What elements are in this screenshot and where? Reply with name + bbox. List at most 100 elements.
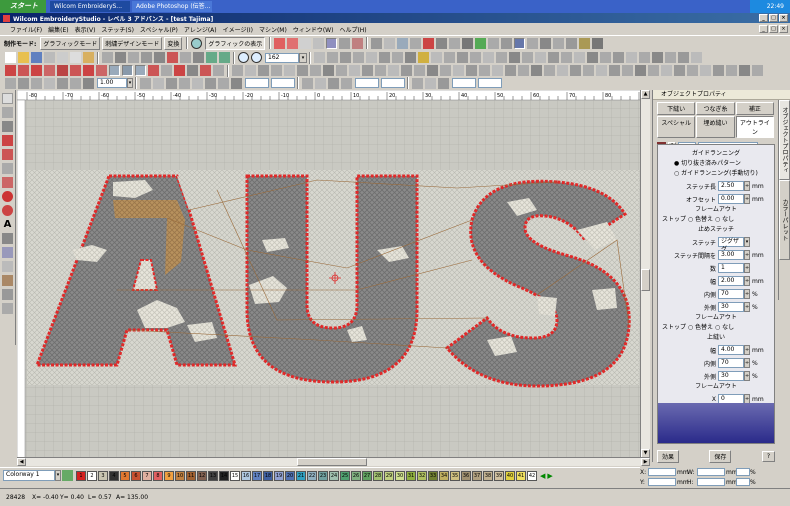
pen-tool-icon[interactable] xyxy=(2,121,13,132)
color-swatch-10[interactable]: 10 xyxy=(175,470,185,481)
swatch-left-arrow[interactable]: ◀ xyxy=(540,472,545,480)
color-swatch-27[interactable]: 27 xyxy=(362,470,372,481)
radio-cutout-pattern[interactable]: ● 切り抜き済みパターン xyxy=(658,159,774,169)
side-tab-color-palette[interactable]: カラーパレット xyxy=(779,180,790,260)
width-spin[interactable]: ÷ xyxy=(744,276,750,286)
scroll-up-button[interactable]: ▲ xyxy=(641,90,650,99)
spacing-field[interactable]: 3.00 xyxy=(718,250,744,260)
satin-tool-icon[interactable] xyxy=(2,177,13,188)
color-swatch-19[interactable]: 19 xyxy=(274,470,284,481)
field-d[interactable] xyxy=(381,78,405,88)
coord-y-field[interactable] xyxy=(648,478,676,486)
run-tool-icon[interactable] xyxy=(2,163,13,174)
color-swatch-2[interactable]: 2 xyxy=(87,470,97,481)
menu-file[interactable]: ファイル(F) xyxy=(10,25,42,34)
design-canvas[interactable]: -80 -70 -60 -50 -40 -30 -20 -10 0 10 20 30 40 50 60 70 8… xyxy=(17,90,650,465)
scroll-left-button[interactable]: ◀ xyxy=(17,458,26,466)
frame-out-options-1[interactable]: ストップ ○ 色替え ○ なし xyxy=(658,215,774,225)
tab-underlay[interactable]: 下縫い xyxy=(657,102,696,115)
arrange-icons-3[interactable] xyxy=(301,77,353,89)
scale-field[interactable]: 1.00 xyxy=(97,78,127,88)
arrange-icons[interactable] xyxy=(4,77,95,89)
new-icon[interactable] xyxy=(5,52,16,63)
stitch-length-field[interactable]: 2.50 xyxy=(718,181,744,191)
paste-icon[interactable] xyxy=(83,52,94,63)
field-f[interactable] xyxy=(478,78,502,88)
scroll-thumb-vertical[interactable] xyxy=(641,269,650,291)
width-field[interactable]: 2.00 xyxy=(718,276,744,286)
field-a[interactable] xyxy=(245,78,269,88)
inside2-spin[interactable]: ÷ xyxy=(744,358,750,368)
color-swatch-35[interactable]: 35 xyxy=(450,470,460,481)
color-swatch-5[interactable]: 5 xyxy=(120,470,130,481)
save-button[interactable]: 保存 xyxy=(709,450,732,463)
color-swatch-1[interactable]: 1 xyxy=(76,470,86,481)
horizontal-scrollbar[interactable]: ◀ ▶ xyxy=(17,457,650,466)
stitch-type-icons[interactable] xyxy=(273,37,364,49)
field-b[interactable] xyxy=(271,78,295,88)
color-swatch-11[interactable]: 11 xyxy=(186,470,196,481)
color-swatch-33[interactable]: 33 xyxy=(428,470,438,481)
color-swatch-25[interactable]: 25 xyxy=(340,470,350,481)
field-e[interactable] xyxy=(452,78,476,88)
menu-help[interactable]: ヘルプ(H) xyxy=(339,25,366,34)
color-swatch-22[interactable]: 22 xyxy=(307,470,317,481)
reshape-tool-icon[interactable] xyxy=(2,107,13,118)
color-swatch-3[interactable]: 3 xyxy=(98,470,108,481)
graphic-mode-button[interactable]: グラフィックモード xyxy=(40,36,101,50)
color-swatch-16[interactable]: 16 xyxy=(241,470,251,481)
menu-machine[interactable]: マシン(M) xyxy=(259,25,287,34)
print-icon[interactable] xyxy=(44,52,55,63)
hoop-tool-icon[interactable] xyxy=(2,303,13,314)
menu-special[interactable]: スペシャル(P) xyxy=(140,25,178,34)
knife-tool-icon[interactable] xyxy=(2,149,13,160)
doc-maximize-button[interactable]: □ xyxy=(769,25,778,33)
color-swatch-37[interactable]: 37 xyxy=(472,470,482,481)
coord-h-field[interactable] xyxy=(697,478,725,486)
width2-spin[interactable]: ÷ xyxy=(744,345,750,355)
doc-close-button[interactable]: × xyxy=(779,25,788,33)
tab-fill[interactable]: 埋め縫い xyxy=(696,116,735,138)
color-swatch-14[interactable]: 14 xyxy=(219,470,229,481)
color-swatch-17[interactable]: 17 xyxy=(252,470,262,481)
vertical-scrollbar[interactable]: ▲ ▼ xyxy=(640,90,650,460)
inside2-field[interactable]: 70 xyxy=(718,358,744,368)
menu-view[interactable]: 表示(V) xyxy=(75,25,96,34)
select-tool-icon[interactable] xyxy=(2,93,13,104)
swatch-right-arrow[interactable]: ▶ xyxy=(547,472,552,480)
coord-h-pct[interactable] xyxy=(736,478,750,486)
color-swatch-29[interactable]: 29 xyxy=(384,470,394,481)
embroidery-mode-button[interactable]: 刺繍デザインモード xyxy=(102,36,163,50)
toolbar2-right-icons[interactable] xyxy=(313,52,703,63)
spacing-spin[interactable]: ÷ xyxy=(744,250,750,260)
doc-minimize-button[interactable]: _ xyxy=(759,25,768,33)
zoom-field[interactable]: 162 xyxy=(265,52,299,63)
applique-tool-icon[interactable] xyxy=(2,261,13,272)
stitch-type-select[interactable]: ジグザグ xyxy=(718,237,744,253)
offset-spin[interactable]: ÷ xyxy=(744,194,750,204)
menu-image[interactable]: イメージ(I) xyxy=(223,25,253,34)
arrange-icons-4[interactable] xyxy=(411,77,450,89)
tab-outline[interactable]: アウトライン xyxy=(735,116,774,138)
color-swatch-21[interactable]: 21 xyxy=(296,470,306,481)
color-swatch-18[interactable]: 18 xyxy=(263,470,273,481)
color-swatch-20[interactable]: 20 xyxy=(285,470,295,481)
color-swatch-34[interactable]: 34 xyxy=(439,470,449,481)
color-swatch-42[interactable]: 42 xyxy=(527,470,537,481)
radio-guide-manual[interactable]: ○ ガイドランニング(手動切り) xyxy=(658,169,774,179)
color-swatch-24[interactable]: 24 xyxy=(329,470,339,481)
color-swatch-4[interactable]: 4 xyxy=(109,470,119,481)
redo-icon[interactable] xyxy=(219,52,230,63)
tab-special[interactable]: スペシャル xyxy=(657,116,696,138)
palette-icon[interactable] xyxy=(62,470,73,481)
scale-spin[interactable]: ▾ xyxy=(127,78,133,88)
menu-stitch[interactable]: ステッチ(S) xyxy=(101,25,134,34)
coord-x-field[interactable] xyxy=(648,468,676,476)
zoom-dropdown[interactable]: ▾ xyxy=(299,52,307,63)
color-swatch-36[interactable]: 36 xyxy=(461,470,471,481)
color-swatch-39[interactable]: 39 xyxy=(494,470,504,481)
cut-icon[interactable] xyxy=(57,52,68,63)
effects-button[interactable]: 効果 xyxy=(657,450,680,463)
scroll-thumb-horizontal[interactable] xyxy=(297,458,367,466)
coord-w-pct[interactable] xyxy=(736,468,750,476)
